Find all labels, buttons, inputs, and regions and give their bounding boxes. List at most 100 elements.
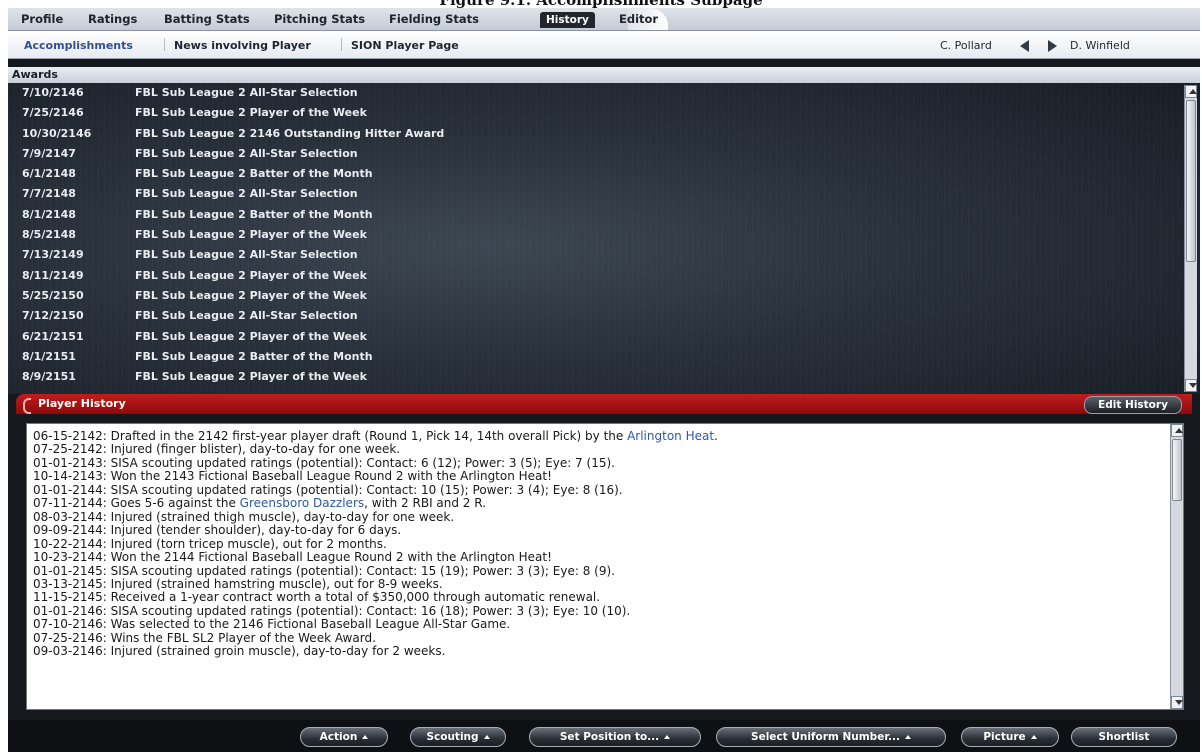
award-row[interactable]: 6/21/2151 FBL Sub League 2 Player of the … [8, 327, 1180, 347]
edit-history-button[interactable]: Edit History [1084, 396, 1182, 414]
award-row[interactable]: 6/1/2148 FBL Sub League 2 Batter of the M… [8, 164, 1180, 184]
award-name: FBL Sub League 2 Player of the Week [135, 268, 367, 282]
top-tab-bar: Profile Ratings Batting Stats Pitching S… [8, 8, 1200, 31]
subnav-accomplishments[interactable]: Accomplishments [24, 39, 133, 52]
button-label: Scouting [426, 731, 479, 743]
arrow-up-icon [1189, 89, 1197, 94]
sub-navigation: Accomplishments News involving Player SI… [8, 31, 1200, 59]
award-date: 7/10/2146 [22, 86, 84, 99]
subnav-divider [341, 38, 342, 51]
next-player-arrow-icon[interactable] [1048, 40, 1057, 52]
award-row[interactable]: 7/10/2146 FBL Sub League 2 All-Star Selec… [8, 83, 1180, 103]
shortlist-button[interactable]: Shortlist [1071, 727, 1177, 747]
award-row[interactable]: 7/13/2149 FBL Sub League 2 All-Star Selec… [8, 245, 1180, 265]
player-history-header: Player History Edit History [16, 394, 1192, 414]
award-date: 7/7/2148 [22, 187, 76, 201]
arrow-down-icon [1175, 700, 1183, 705]
history-entry: 01-01-2145: SISA scouting updated rating… [33, 563, 615, 578]
award-date: 7/13/2149 [22, 248, 84, 262]
subnav-news-involving-player[interactable]: News involving Player [174, 39, 311, 52]
award-date: 7/12/2150 [22, 309, 84, 323]
award-row[interactable]: 8/9/2151 FBL Sub League 2 Player of the W… [8, 367, 1180, 387]
award-name: FBL Sub League 2 2146 Outstanding Hitter… [135, 126, 445, 140]
next-player-name[interactable]: D. Winfield [1070, 39, 1130, 52]
previous-player-name[interactable]: C. Pollard [940, 39, 992, 52]
award-name: FBL Sub League 2 Batter of the Month [135, 349, 373, 363]
tab-editor[interactable]: Editor [619, 11, 658, 28]
scrollbar-thumb[interactable] [1186, 100, 1196, 262]
tab-history[interactable]: History [540, 12, 595, 28]
award-row[interactable]: 10/30/2146 FBL Sub League 2 2146 Outstand… [8, 124, 1180, 144]
awards-header: Awards [8, 67, 1200, 83]
tab-batting-stats[interactable]: Batting Stats [164, 11, 250, 28]
button-label: Action [319, 731, 358, 743]
history-entry: 09-09-2144: Injured (tender shoulder), d… [33, 523, 402, 538]
award-date: 10/30/2146 [22, 126, 92, 140]
history-entry: 01-01-2144: SISA scouting updated rating… [33, 482, 623, 497]
caret-up-icon [483, 735, 490, 739]
history-entry: 06-15-2142: Drafted in the 2142 first-ye… [33, 429, 1163, 443]
tab-ratings[interactable]: Ratings [88, 11, 137, 28]
award-name: FBL Sub League 2 All-Star Selection [135, 248, 358, 262]
picture-button[interactable]: Picture [961, 727, 1059, 747]
set-position-button[interactable]: Set Position to... [529, 727, 701, 747]
scroll-down-button[interactable] [1171, 696, 1183, 709]
team-link[interactable]: Arlington Heat [627, 429, 714, 443]
award-date: 8/9/2151 [22, 370, 76, 384]
team-link[interactable]: Greensboro Dazzlers [240, 496, 364, 510]
scroll-up-button[interactable] [1185, 85, 1197, 98]
awards-scrollbar[interactable] [1184, 85, 1197, 392]
caret-up-icon [1030, 735, 1037, 739]
tab-fielding-stats[interactable]: Fielding Stats [389, 11, 479, 28]
award-row[interactable]: 8/1/2148 FBL Sub League 2 Batter of the M… [8, 205, 1180, 225]
award-name: FBL Sub League 2 Batter of the Month [135, 167, 373, 181]
arrow-up-icon [1175, 428, 1183, 433]
player-window: Profile Ratings Batting Stats Pitching S… [8, 8, 1200, 752]
award-date: 6/21/2151 [22, 329, 84, 343]
subnav-sion-player-page[interactable]: SION Player Page [351, 39, 459, 52]
button-label: Shortlist [1098, 731, 1150, 743]
history-entry: 11-15-2145: Received a 1-year contract w… [33, 590, 601, 605]
scroll-down-button[interactable] [1185, 379, 1197, 392]
award-row[interactable]: 8/1/2151 FBL Sub League 2 Batter of the M… [8, 347, 1180, 367]
award-date: 8/11/2149 [22, 268, 84, 282]
award-name: FBL Sub League 2 Batter of the Month [135, 207, 373, 221]
history-entry-text: 06-15-2142: Drafted in the 2142 first-ye… [33, 429, 628, 443]
award-row[interactable]: 5/25/2150 FBL Sub League 2 Player of the … [8, 286, 1180, 306]
history-entry: 10-14-2143: Won the 2143 Fictional Baseb… [33, 469, 552, 484]
previous-player-arrow-icon[interactable] [1020, 40, 1029, 52]
tab-pitching-stats[interactable]: Pitching Stats [274, 11, 365, 28]
history-entry: 07-10-2146: Was selected to the 2146 Fic… [33, 617, 511, 632]
award-row[interactable]: 7/9/2147 FBL Sub League 2 All-Star Select… [8, 144, 1180, 164]
tab-profile[interactable]: Profile [21, 11, 63, 28]
history-entry: 08-03-2144: Injured (strained thigh musc… [33, 509, 455, 524]
award-date: 8/1/2151 [22, 349, 76, 363]
select-uniform-number-button[interactable]: Select Uniform Number... [716, 727, 946, 747]
history-entry-text: 07-11-2144: Goes 5-6 against the [33, 496, 240, 511]
award-date: 8/1/2148 [22, 207, 76, 221]
history-entry: 09-03-2146: Injured (strained groin musc… [33, 644, 446, 659]
award-row[interactable]: 8/5/2148 FBL Sub League 2 Player of the W… [8, 225, 1180, 245]
award-row[interactable]: 7/7/2148 FBL Sub League 2 All-Star Select… [8, 184, 1180, 204]
award-row[interactable]: 7/12/2150 FBL Sub League 2 All-Star Selec… [8, 306, 1180, 326]
action-button[interactable]: Action [300, 727, 388, 747]
award-row[interactable]: 8/11/2149 FBL Sub League 2 Player of the … [8, 266, 1180, 286]
player-history-textbox[interactable]: 06-15-2142: Drafted in the 2142 first-ye… [26, 423, 1184, 710]
award-date: 5/25/2150 [22, 288, 84, 302]
history-scrollbar[interactable] [1170, 424, 1183, 709]
figure-caption: Figure 9.1. Accomplishments Subpage [0, 0, 1202, 8]
scroll-up-button[interactable] [1171, 424, 1183, 437]
history-entries: 06-15-2142: Drafted in the 2142 first-ye… [33, 429, 1163, 659]
section-bullet-icon [23, 398, 31, 414]
history-entry: 07-11-2144: Goes 5-6 against the Greensb… [33, 497, 1163, 510]
scrollbar-thumb[interactable] [1172, 439, 1182, 501]
history-entry: 03-13-2145: Injured (strained hamstring … [33, 576, 443, 591]
award-name: FBL Sub League 2 Player of the Week [135, 106, 367, 120]
award-name: FBL Sub League 2 All-Star Selection [135, 309, 358, 323]
scouting-button[interactable]: Scouting [410, 727, 506, 747]
history-entry: 10-22-2144: Injured (torn tricep muscle)… [33, 536, 387, 551]
award-row[interactable]: 7/25/2146 FBL Sub League 2 Player of the … [8, 103, 1180, 123]
subnav-divider [164, 38, 165, 51]
button-label: Picture [983, 731, 1026, 743]
award-date: 7/25/2146 [22, 106, 84, 120]
